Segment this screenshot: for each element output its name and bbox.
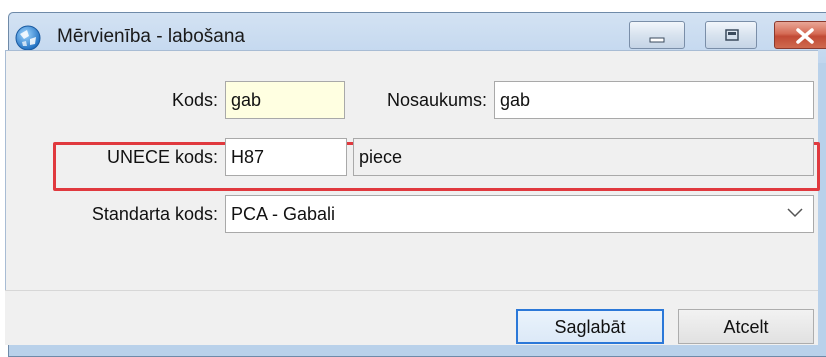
maximize-icon	[725, 29, 739, 41]
maximize-button[interactable]	[705, 21, 757, 49]
unece-label: UNECE kods:	[106, 147, 218, 167]
app-globe-icon	[15, 25, 41, 51]
unece-code-input[interactable]: H87	[225, 138, 347, 176]
nosaukums-input[interactable]: gab	[494, 81, 814, 119]
standarta-select-value: PCA - Gabali	[231, 204, 336, 224]
window-title: Mērvienība - labošana	[57, 26, 245, 47]
nosaukums-label: Nosaukums:	[386, 90, 487, 110]
standarta-select[interactable]: PCA - Gabali	[225, 195, 814, 233]
unece-name-field: piece	[353, 138, 814, 176]
chevron-down-icon	[787, 208, 803, 218]
minimize-button[interactable]	[629, 21, 685, 49]
kods-label: Kods:	[171, 90, 218, 110]
close-button[interactable]	[774, 21, 826, 49]
cancel-button[interactable]: Atcelt	[678, 309, 814, 344]
standarta-label: Standarta kods:	[91, 204, 218, 224]
kods-input[interactable]: gab	[225, 81, 345, 119]
minimize-icon	[649, 37, 665, 43]
save-button[interactable]: Saglabāt	[516, 309, 664, 344]
close-icon	[796, 28, 814, 44]
